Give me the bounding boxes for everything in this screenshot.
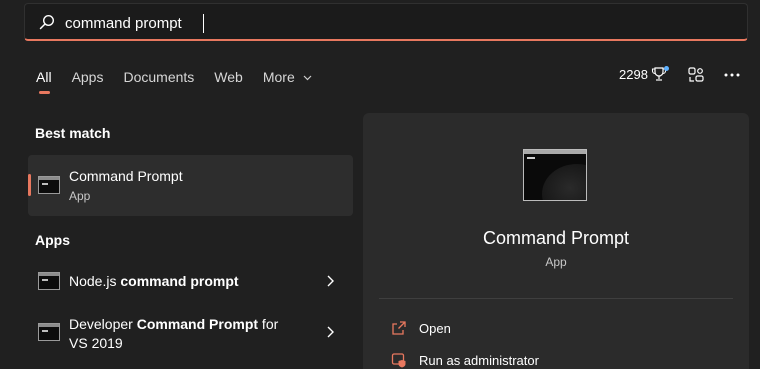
app-item-title: Developer Command Prompt for: [69, 316, 278, 332]
run-as-admin-label: Run as administrator: [419, 353, 539, 368]
app-item-title: Node.js command prompt: [69, 273, 239, 289]
shield-icon: [391, 353, 406, 368]
filter-tabs: All Apps Documents Web More: [36, 68, 332, 94]
best-match-item[interactable]: Command Prompt App: [28, 155, 353, 216]
search-input[interactable]: [65, 12, 665, 34]
chevron-right-icon[interactable]: [325, 326, 335, 338]
rewards-points[interactable]: 2298: [619, 67, 648, 83]
tab-web-label: Web: [214, 69, 243, 85]
chevron-right-icon[interactable]: [325, 275, 335, 287]
app-item-match: command prompt: [120, 273, 239, 289]
tab-documents-label: Documents: [123, 69, 195, 85]
apps-heading: Apps: [35, 232, 70, 248]
search-icon: [39, 14, 55, 30]
chevron-down-icon: [303, 75, 312, 81]
preview-pane: Command Prompt App Open Run as administr…: [363, 113, 749, 369]
app-item-match: Command Prompt: [136, 316, 259, 332]
more-options-icon[interactable]: [722, 67, 742, 83]
active-tab-indicator: [39, 91, 50, 94]
best-match-title: Command Prompt: [69, 168, 183, 184]
app-item-nodejs[interactable]: Node.js command prompt: [28, 262, 353, 300]
preview-subtitle: App: [545, 255, 567, 269]
command-prompt-icon: [38, 176, 60, 194]
text-caret: [203, 14, 204, 33]
open-icon: [392, 321, 406, 335]
tab-all[interactable]: All: [36, 68, 52, 94]
nodejs-prompt-icon: [38, 272, 60, 290]
divider: [379, 298, 733, 299]
tab-web[interactable]: Web: [214, 68, 243, 92]
notification-dot: [664, 66, 669, 71]
tab-apps[interactable]: Apps: [72, 68, 104, 92]
open-label: Open: [419, 321, 451, 336]
app-item-suffix: for: [258, 316, 279, 332]
selection-accent: [28, 174, 31, 196]
app-item-prefix: Node.js: [69, 273, 121, 289]
best-match-subtitle: App: [69, 189, 91, 203]
tab-apps-label: Apps: [71, 69, 104, 85]
app-item-prefix: Developer: [69, 316, 137, 332]
preview-title: Command Prompt: [482, 228, 630, 248]
search-box[interactable]: [24, 3, 748, 41]
switch-account-icon[interactable]: [687, 66, 705, 84]
tab-more[interactable]: More: [263, 68, 312, 92]
app-item-developer-cmd[interactable]: Developer Command Prompt for VS 2019: [28, 306, 353, 356]
tab-all-label: All: [36, 69, 52, 85]
search-flyout: All Apps Documents Web More 2298: [0, 0, 760, 369]
developer-prompt-icon: [38, 323, 60, 341]
tab-documents[interactable]: Documents: [123, 68, 194, 92]
app-item-title-line2: VS 2019: [69, 335, 123, 351]
best-match-heading: Best match: [35, 125, 111, 141]
tab-more-label: More: [262, 69, 295, 85]
command-prompt-large-icon: [523, 149, 587, 201]
